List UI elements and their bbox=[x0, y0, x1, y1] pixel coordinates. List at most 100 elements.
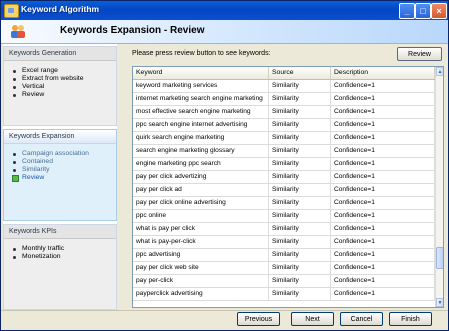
description-cell[interactable]: Confidence=1 bbox=[331, 275, 435, 287]
keyword-cell[interactable]: pay per click web site bbox=[133, 262, 269, 274]
table-row[interactable]: ppc online Similarity Confidence=1 bbox=[133, 210, 435, 223]
source-cell[interactable]: Similarity bbox=[269, 223, 331, 235]
close-button[interactable]: × bbox=[431, 3, 447, 19]
table-row[interactable]: pay per click ad Similarity Confidence=1 bbox=[133, 184, 435, 197]
wizard-banner: Keywords Expansion - Review bbox=[1, 20, 448, 44]
step-item[interactable]: Contained bbox=[12, 158, 116, 166]
keyword-cell[interactable]: search engine marketing glossary bbox=[133, 145, 269, 157]
description-cell[interactable]: Confidence=1 bbox=[331, 145, 435, 157]
step-item[interactable]: Campaign association bbox=[12, 150, 116, 158]
table-row[interactable]: pay per click online advertising Similari… bbox=[133, 197, 435, 210]
source-cell[interactable]: Similarity bbox=[269, 236, 331, 248]
keyword-cell[interactable]: ppc search engine internet advertising bbox=[133, 119, 269, 131]
step-item[interactable]: Excel range bbox=[12, 67, 116, 75]
description-cell[interactable]: Confidence=1 bbox=[331, 197, 435, 209]
source-cell[interactable]: Similarity bbox=[269, 184, 331, 196]
source-cell[interactable]: Similarity bbox=[269, 145, 331, 157]
description-cell[interactable]: Confidence=1 bbox=[331, 132, 435, 144]
source-cell[interactable]: Similarity bbox=[269, 171, 331, 183]
cancel-button[interactable]: Cancel bbox=[340, 312, 383, 326]
keyword-cell[interactable]: ppc online bbox=[133, 210, 269, 222]
keyword-cell[interactable]: keyword marketing services bbox=[133, 80, 269, 92]
step-item[interactable]: Extract from website bbox=[12, 75, 116, 83]
step-item[interactable]: Review bbox=[12, 91, 116, 99]
minimize-button[interactable]: _ bbox=[399, 3, 415, 19]
source-cell[interactable]: Similarity bbox=[269, 262, 331, 274]
main-content: Please press review button to see keywor… bbox=[119, 44, 446, 310]
description-cell[interactable]: Confidence=1 bbox=[331, 119, 435, 131]
keyword-cell[interactable]: pay per click advertizing bbox=[133, 171, 269, 183]
column-header-source[interactable]: Source bbox=[269, 67, 331, 79]
source-cell[interactable]: Similarity bbox=[269, 288, 331, 300]
keyword-cell[interactable]: pay per click ad bbox=[133, 184, 269, 196]
source-cell[interactable]: Similarity bbox=[269, 158, 331, 170]
keyword-cell[interactable]: pay per-click bbox=[133, 275, 269, 287]
description-cell[interactable]: Confidence=1 bbox=[331, 262, 435, 274]
description-cell[interactable]: Confidence=1 bbox=[331, 223, 435, 235]
description-cell[interactable]: Confidence=1 bbox=[331, 236, 435, 248]
vertical-scrollbar[interactable]: ▲ ▼ bbox=[435, 67, 443, 307]
table-row[interactable]: what is pay-per-click Similarity Confidenc… bbox=[133, 236, 435, 249]
column-header-description[interactable]: Description bbox=[331, 67, 435, 79]
step-item[interactable]: Monthly traffic bbox=[12, 245, 116, 253]
description-cell[interactable]: Confidence=1 bbox=[331, 184, 435, 196]
table-row[interactable]: pay per click web site Similarity Confiden… bbox=[133, 262, 435, 275]
table-row[interactable]: what is pay per click Similarity Confidenc… bbox=[133, 223, 435, 236]
table-row[interactable]: engine marketing ppc search Similarity Con… bbox=[133, 158, 435, 171]
scroll-down-icon[interactable]: ▼ bbox=[436, 298, 443, 307]
table-row[interactable]: ppc advertising Similarity Confidence=1 bbox=[133, 249, 435, 262]
source-cell[interactable]: Similarity bbox=[269, 93, 331, 105]
scroll-up-icon[interactable]: ▲ bbox=[436, 67, 443, 76]
keyword-cell[interactable]: internet marketing search engine marketi… bbox=[133, 93, 269, 105]
source-cell[interactable]: Similarity bbox=[269, 132, 331, 144]
source-cell[interactable]: Similarity bbox=[269, 80, 331, 92]
instruction-label: Please press review button to see keywor… bbox=[132, 50, 271, 57]
table-row[interactable]: internet marketing search engine marketi… bbox=[133, 93, 435, 106]
description-cell[interactable]: Confidence=1 bbox=[331, 210, 435, 222]
review-button[interactable]: Review bbox=[397, 47, 442, 61]
previous-button[interactable]: Previous bbox=[237, 312, 280, 326]
source-cell[interactable]: Similarity bbox=[269, 249, 331, 261]
table-row[interactable]: ppc search engine internet advertising Si… bbox=[133, 119, 435, 132]
source-cell[interactable]: Similarity bbox=[269, 210, 331, 222]
table-row[interactable]: search engine marketing glossary Similari… bbox=[133, 145, 435, 158]
table-row[interactable]: payperclick advertising Similarity Confide… bbox=[133, 288, 435, 301]
keyword-cell[interactable]: payperclick advertising bbox=[133, 288, 269, 300]
step-item-current[interactable]: Review bbox=[12, 174, 116, 182]
description-cell[interactable]: Confidence=1 bbox=[331, 158, 435, 170]
keyword-cell[interactable]: ppc advertising bbox=[133, 249, 269, 261]
bullet-icon bbox=[13, 153, 16, 156]
step-item[interactable]: Monetization bbox=[12, 253, 116, 261]
source-cell[interactable]: Similarity bbox=[269, 106, 331, 118]
table-row[interactable]: keyword marketing services Similarity Conf… bbox=[133, 80, 435, 93]
keyword-cell[interactable]: pay per click online advertising bbox=[133, 197, 269, 209]
description-cell[interactable]: Confidence=1 bbox=[331, 93, 435, 105]
column-header-keyword[interactable]: Keyword bbox=[133, 67, 269, 79]
title-bar[interactable]: Keyword Algorithm _ □ × bbox=[1, 1, 448, 20]
source-cell[interactable]: Similarity bbox=[269, 275, 331, 287]
table-row[interactable]: pay per-click Similarity Confidence=1 bbox=[133, 275, 435, 288]
source-cell[interactable]: Similarity bbox=[269, 197, 331, 209]
keyword-cell[interactable]: quirk search engine marketing bbox=[133, 132, 269, 144]
description-cell[interactable]: Confidence=1 bbox=[331, 249, 435, 261]
step-item[interactable]: Vertical bbox=[12, 83, 116, 91]
maximize-button[interactable]: □ bbox=[415, 3, 431, 19]
description-cell[interactable]: Confidence=1 bbox=[331, 106, 435, 118]
keyword-cell[interactable]: engine marketing ppc search bbox=[133, 158, 269, 170]
description-cell[interactable]: Confidence=1 bbox=[331, 288, 435, 300]
scroll-thumb[interactable] bbox=[436, 247, 443, 269]
people-icon bbox=[11, 25, 25, 38]
table-row[interactable]: quirk search engine marketing Similarity C… bbox=[133, 132, 435, 145]
finish-button[interactable]: Finish bbox=[389, 312, 432, 326]
keyword-cell[interactable]: most effective search engine marketing bbox=[133, 106, 269, 118]
wizard-sidebar: Keywords Generation Excel range Extract … bbox=[3, 44, 117, 310]
next-button[interactable]: Next bbox=[291, 312, 334, 326]
keyword-cell[interactable]: what is pay per click bbox=[133, 223, 269, 235]
table-row[interactable]: pay per click advertizing Similarity Confi… bbox=[133, 171, 435, 184]
keyword-cell[interactable]: what is pay-per-click bbox=[133, 236, 269, 248]
table-row[interactable]: most effective search engine marketing Si… bbox=[133, 106, 435, 119]
step-item[interactable]: Similarity bbox=[12, 166, 116, 174]
source-cell[interactable]: Similarity bbox=[269, 119, 331, 131]
description-cell[interactable]: Confidence=1 bbox=[331, 80, 435, 92]
description-cell[interactable]: Confidence=1 bbox=[331, 171, 435, 183]
